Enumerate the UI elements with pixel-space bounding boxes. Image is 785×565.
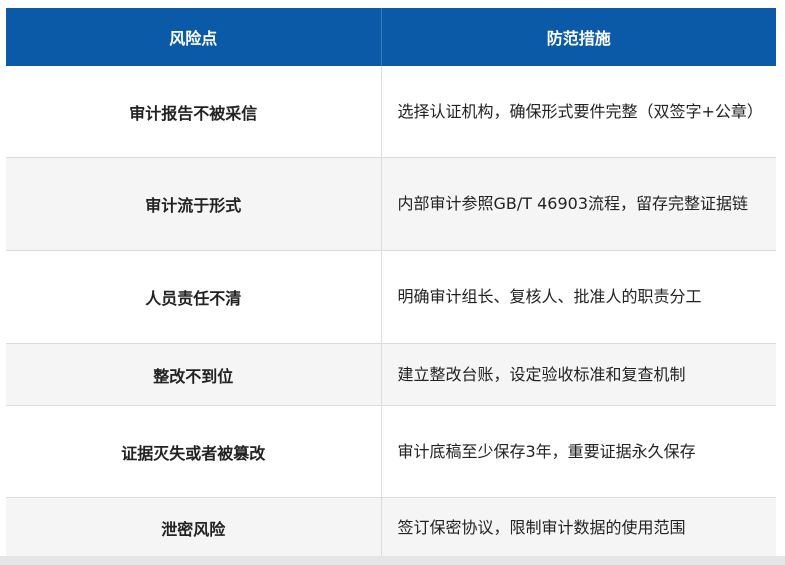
table-row: 整改不到位 建立整改台账，设定验收标准和复查机制 bbox=[6, 343, 776, 406]
table-header-row: 风险点 防范措施 bbox=[6, 8, 776, 66]
risk-point-cell: 审计流于形式 bbox=[6, 157, 382, 251]
table-row: 审计流于形式 内部审计参照GB/T 46903流程，留存完整证据链 bbox=[6, 157, 776, 251]
risk-prevention-table: 风险点 防范措施 审计报告不被采信 选择认证机构，确保形式要件完整（双签字+公章… bbox=[6, 8, 776, 558]
table-row: 审计报告不被采信 选择认证机构，确保形式要件完整（双签字+公章） bbox=[6, 66, 776, 158]
measure-cell: 选择认证机构，确保形式要件完整（双签字+公章） bbox=[381, 66, 776, 158]
measure-cell: 审计底稿至少保存3年，重要证据永久保存 bbox=[381, 405, 776, 498]
bottom-divider bbox=[0, 556, 785, 565]
risk-point-cell: 证据灭失或者被篡改 bbox=[6, 405, 382, 498]
header-risk-point: 风险点 bbox=[6, 8, 382, 66]
risk-point-cell: 审计报告不被采信 bbox=[6, 66, 382, 158]
document-page: 风险点 防范措施 审计报告不被采信 选择认证机构，确保形式要件完整（双签字+公章… bbox=[0, 0, 785, 565]
risk-point-cell: 人员责任不清 bbox=[6, 250, 382, 344]
risk-point-cell: 泄密风险 bbox=[6, 497, 382, 558]
measure-cell: 内部审计参照GB/T 46903流程，留存完整证据链 bbox=[381, 157, 776, 251]
measure-cell: 建立整改台账，设定验收标准和复查机制 bbox=[381, 343, 776, 406]
table-row: 人员责任不清 明确审计组长、复核人、批准人的职责分工 bbox=[6, 250, 776, 344]
header-prevention-measures: 防范措施 bbox=[381, 8, 776, 66]
measure-cell: 明确审计组长、复核人、批准人的职责分工 bbox=[381, 250, 776, 344]
risk-point-cell: 整改不到位 bbox=[6, 343, 382, 406]
table-row: 证据灭失或者被篡改 审计底稿至少保存3年，重要证据永久保存 bbox=[6, 405, 776, 498]
table-row: 泄密风险 签订保密协议，限制审计数据的使用范围 bbox=[6, 497, 776, 558]
measure-cell: 签订保密协议，限制审计数据的使用范围 bbox=[381, 497, 776, 558]
